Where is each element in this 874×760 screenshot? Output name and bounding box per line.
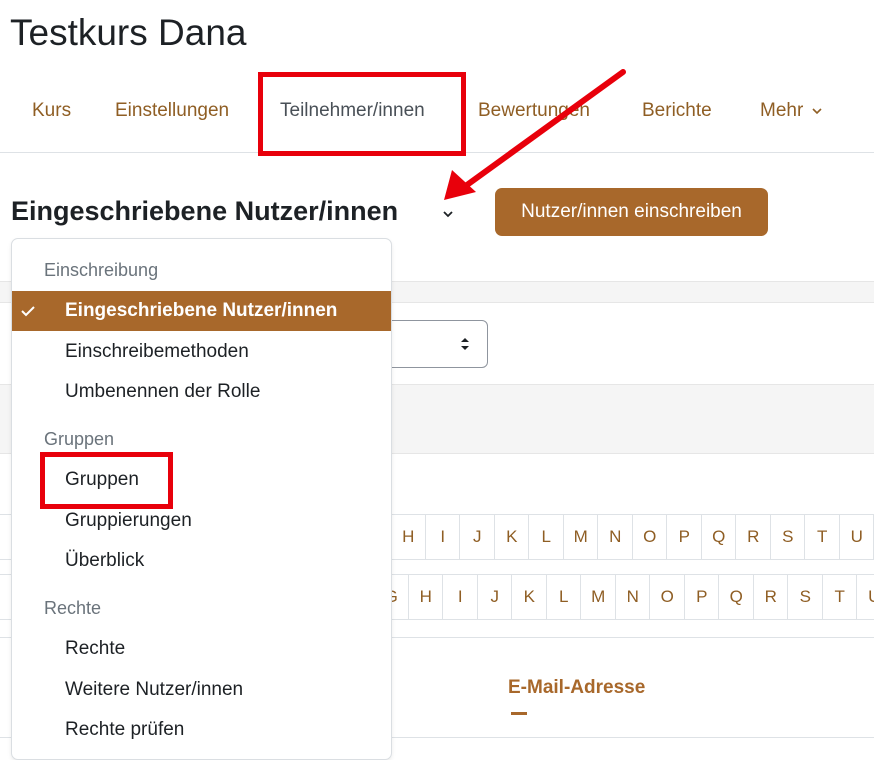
firstname-initial-r[interactable]: R	[735, 515, 771, 559]
firstname-initial-u[interactable]: U	[839, 515, 874, 559]
lastname-initial-h[interactable]: H	[408, 575, 444, 619]
chevron-down-icon	[811, 105, 823, 117]
dropdown-item-label: Einschreibemethoden	[65, 332, 249, 372]
lastname-initial-j[interactable]: J	[477, 575, 513, 619]
dropdown-item-enrolled-users[interactable]: Eingeschriebene Nutzer/innen	[12, 291, 391, 331]
highlight-box-groups	[40, 452, 173, 509]
check-icon	[20, 303, 36, 319]
lastname-initial-u[interactable]: U	[856, 575, 874, 619]
lastname-initial-l[interactable]: L	[546, 575, 582, 619]
lastname-initial-k[interactable]: K	[511, 575, 547, 619]
dropdown-item-label: Umbenennen der Rolle	[65, 372, 260, 412]
firstname-initial-p[interactable]: P	[666, 515, 702, 559]
nav-einstellungen[interactable]: Einstellungen	[115, 88, 229, 134]
firstname-initial-o[interactable]: O	[632, 515, 668, 559]
dropdown-header-einschreibung: Einschreibung	[44, 260, 158, 281]
dropdown-item-label: Rechte prüfen	[65, 710, 184, 750]
select-arrows-icon	[459, 336, 471, 352]
enrol-users-button[interactable]: Nutzer/innen einschreiben	[495, 188, 768, 236]
dropdown-item-label: Eingeschriebene Nutzer/innen	[65, 291, 337, 331]
sort-indicator-icon	[511, 712, 527, 715]
dropdown-item-permissions[interactable]: Rechte	[12, 629, 391, 669]
lastname-initial-q[interactable]: Q	[718, 575, 754, 619]
firstname-initial-m[interactable]: M	[563, 515, 599, 559]
dropdown-item-label: Rechte	[65, 629, 125, 669]
firstname-initial-s[interactable]: S	[770, 515, 806, 559]
email-column-header[interactable]: E-Mail-Adresse	[508, 677, 645, 699]
firstname-initial-j[interactable]: J	[459, 515, 495, 559]
nav-mehr[interactable]: Mehr	[760, 88, 823, 134]
dropdown-item-rename-roles[interactable]: Umbenennen der Rolle	[12, 372, 391, 412]
page-heading[interactable]: Eingeschriebene Nutzer/innen	[11, 196, 398, 227]
firstname-initial-l[interactable]: L	[528, 515, 564, 559]
firstname-initial-q[interactable]: Q	[701, 515, 737, 559]
nav-kurs[interactable]: Kurs	[32, 88, 71, 134]
dropdown-header-gruppen: Gruppen	[44, 429, 114, 450]
dropdown-item-label: Überblick	[65, 541, 144, 581]
nav-berichte[interactable]: Berichte	[642, 88, 712, 134]
chevron-down-icon[interactable]	[440, 206, 456, 222]
lastname-initial-m[interactable]: M	[580, 575, 616, 619]
dropdown-item-label: Weitere Nutzer/innen	[65, 670, 243, 710]
lastname-initial-o[interactable]: O	[649, 575, 685, 619]
course-title: Testkurs Dana	[10, 12, 247, 54]
nav-mehr-label: Mehr	[760, 100, 803, 121]
lastname-initial-n[interactable]: N	[615, 575, 651, 619]
lastname-initial-p[interactable]: P	[684, 575, 720, 619]
lastname-initial-i[interactable]: I	[442, 575, 478, 619]
lastname-initial-r[interactable]: R	[753, 575, 789, 619]
dropdown-item-check-permissions[interactable]: Rechte prüfen	[12, 710, 391, 750]
firstname-initial-t[interactable]: T	[804, 515, 840, 559]
firstname-initial-h[interactable]: H	[390, 515, 426, 559]
firstname-initial-i[interactable]: I	[425, 515, 461, 559]
lastname-initial-t[interactable]: T	[822, 575, 858, 619]
dropdown-item-other-users[interactable]: Weitere Nutzer/innen	[12, 670, 391, 710]
lastname-initial-s[interactable]: S	[787, 575, 823, 619]
firstname-initial-k[interactable]: K	[494, 515, 530, 559]
dropdown-header-rechte: Rechte	[44, 598, 101, 619]
dropdown-item-enrolment-methods[interactable]: Einschreibemethoden	[12, 332, 391, 372]
firstname-initial-n[interactable]: N	[597, 515, 633, 559]
dropdown-item-overview[interactable]: Überblick	[12, 541, 391, 581]
